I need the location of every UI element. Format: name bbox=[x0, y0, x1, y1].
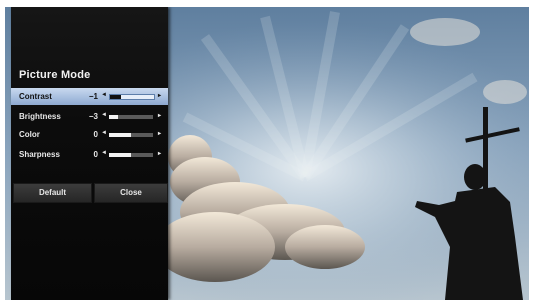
level-bar[interactable] bbox=[109, 153, 153, 157]
setting-label: Sharpness bbox=[19, 150, 60, 159]
setting-value: 0 bbox=[93, 150, 98, 159]
setting-value: −1 bbox=[88, 92, 98, 101]
level-bar-fill bbox=[109, 133, 131, 137]
arrow-right-icon[interactable]: ▸ bbox=[158, 112, 161, 119]
level-bar[interactable] bbox=[109, 115, 153, 119]
setting-value: −3 bbox=[88, 112, 98, 121]
picture-mode-panel: Picture Mode Contrast −1 ◄ ▸ Brightness … bbox=[11, 7, 168, 300]
panel-title: Picture Mode bbox=[19, 69, 91, 81]
default-button[interactable]: Default bbox=[13, 183, 92, 203]
setting-label: Contrast bbox=[19, 92, 52, 101]
setting-label: Color bbox=[19, 130, 40, 139]
arrow-right-icon[interactable]: ▸ bbox=[158, 150, 161, 157]
level-bar-fill bbox=[109, 115, 118, 119]
setting-row-brightness[interactable]: Brightness −3 ◄ ▸ bbox=[11, 108, 168, 125]
setting-value: 0 bbox=[93, 130, 98, 139]
arrow-right-icon[interactable]: ▸ bbox=[158, 92, 161, 99]
setting-row-color[interactable]: Color 0 ◄ ▸ bbox=[11, 126, 168, 143]
arrow-left-icon[interactable]: ◄ bbox=[101, 92, 107, 98]
arrow-right-icon[interactable]: ▸ bbox=[158, 130, 161, 137]
tv-screen: Picture Mode Contrast −1 ◄ ▸ Brightness … bbox=[5, 7, 529, 300]
arrow-left-icon[interactable]: ◄ bbox=[101, 112, 107, 118]
level-bar-fill bbox=[110, 95, 121, 99]
setting-label: Brightness bbox=[19, 112, 61, 121]
level-bar-fill bbox=[109, 153, 131, 157]
setting-row-sharpness[interactable]: Sharpness 0 ◄ ▸ bbox=[11, 146, 168, 163]
setting-row-contrast[interactable]: Contrast −1 ◄ ▸ bbox=[11, 88, 168, 105]
arrow-left-icon[interactable]: ◄ bbox=[101, 130, 107, 136]
level-bar[interactable] bbox=[109, 133, 153, 137]
arrow-left-icon[interactable]: ◄ bbox=[101, 150, 107, 156]
level-bar[interactable] bbox=[109, 94, 155, 100]
close-button[interactable]: Close bbox=[94, 183, 168, 203]
